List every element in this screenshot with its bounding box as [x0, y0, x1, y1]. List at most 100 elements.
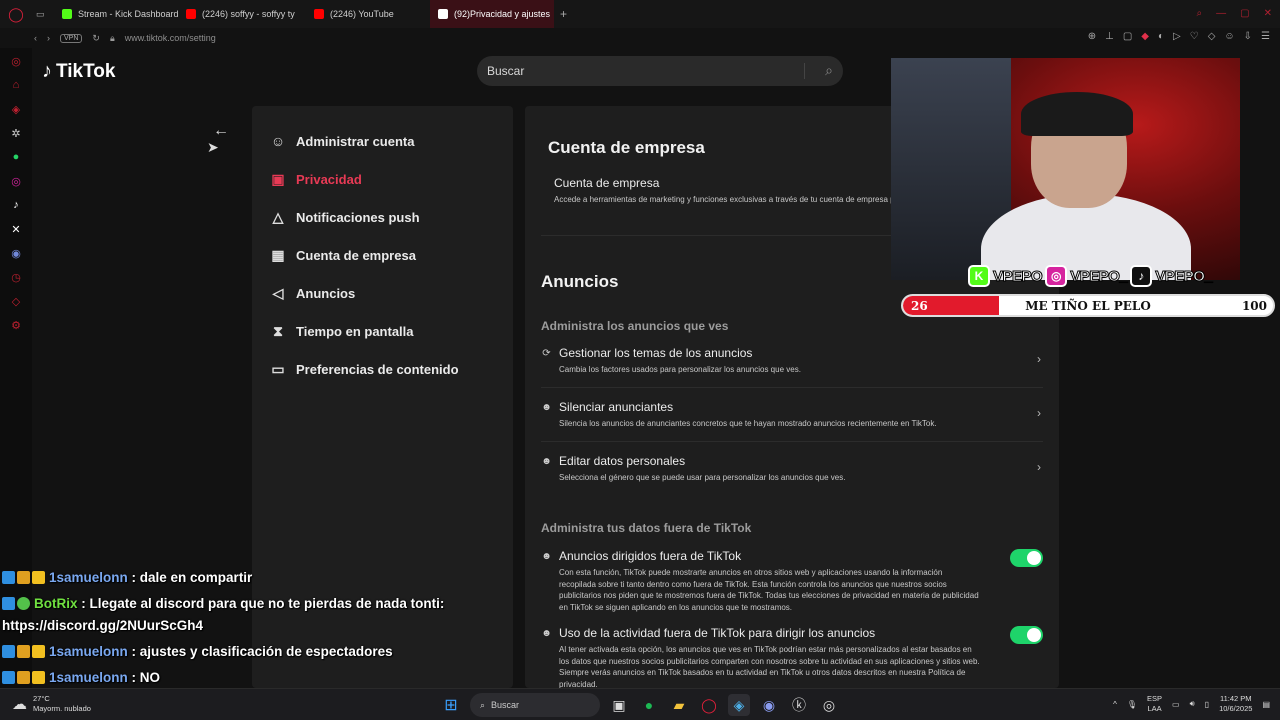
workspace-icon[interactable]: ▭ [32, 0, 54, 28]
network-icon[interactable]: ▭ [1172, 700, 1180, 709]
url-field[interactable]: www.tiktok.com/setting [125, 33, 216, 43]
search-tabs-icon[interactable]: ⌕ [1197, 8, 1203, 19]
chevron-right-icon: › [1037, 460, 1041, 474]
discord-icon[interactable]: ◉ [758, 694, 780, 716]
tracker-icon[interactable]: ◐ [1158, 31, 1164, 42]
kick-icon[interactable]: ⓚ [788, 694, 810, 716]
browser-tab[interactable]: Stream - Kick Dashboard [54, 0, 178, 28]
row-title: Silenciar anunciantes [559, 400, 674, 414]
browser-tab[interactable]: (2246) YouTube [306, 0, 430, 28]
new-tab-button[interactable]: + [560, 7, 567, 21]
search-divider [804, 63, 805, 79]
window-controls: ⌕ — ▢ ✕ [1197, 8, 1272, 19]
volume-icon[interactable]: 🔊︎ [1190, 699, 1195, 709]
menu-item-label: Tiempo en pantalla [296, 323, 414, 339]
weather-temp: 27°C [33, 694, 50, 703]
history-icon[interactable]: ◷ [9, 270, 23, 284]
chat-username: 1samuelonn [49, 570, 128, 585]
hourglass-icon: ⧗ [273, 322, 283, 339]
menu-item-notificaciones-push[interactable]: △ Notificaciones push [252, 198, 513, 236]
menu-item-administrar-cuenta[interactable]: ☺ Administrar cuenta [252, 122, 513, 160]
clock[interactable]: 11:42 PM 10/6/2025 [1219, 694, 1252, 714]
back-arrow-icon[interactable]: ← [213, 122, 229, 140]
browser-tab[interactable]: (2246) soffyy - soffyy ty [178, 0, 306, 28]
opera-icon[interactable]: ◯ [698, 694, 720, 716]
search-input[interactable]: Buscar ⌕ [477, 56, 843, 86]
back-nav-icon[interactable]: ‹ [34, 33, 37, 43]
close-window-button[interactable]: ✕ [1264, 8, 1272, 19]
tiktok-icon[interactable]: ♪ [9, 198, 23, 212]
download-icon[interactable]: ⇩ [1244, 31, 1252, 42]
maximize-button[interactable]: ▢ [1240, 8, 1249, 19]
menu-item-anuncios[interactable]: ◁ Anuncios [252, 274, 513, 312]
taskbar-search[interactable]: ⌕ Buscar [470, 693, 600, 717]
language-indicator[interactable]: ESP LAA [1147, 694, 1162, 714]
chat-text: : Llegate al discord para que no te pier… [77, 596, 445, 611]
taskbar: ☁ 27°C Mayorm. nublado ⊞ ⌕ Buscar ▣ ● ▰ … [0, 688, 1280, 720]
browser-tab[interactable]: (92)Privacidad y ajustes [430, 0, 554, 28]
menu-item-cuenta-de-empresa[interactable]: ▦ Cuenta de empresa [252, 236, 513, 274]
task-view-icon[interactable]: ▣ [608, 694, 630, 716]
offsite-ads-toggle[interactable] [1010, 549, 1043, 567]
menu-item-tiempo-en-pantalla[interactable]: ⧗ Tiempo en pantalla [252, 312, 513, 350]
weather-widget[interactable]: ☁ 27°C Mayorm. nublado [12, 694, 91, 714]
spotify-icon[interactable]: ● [638, 694, 660, 716]
chat-badges [2, 645, 45, 658]
flow-icon[interactable]: ◇ [9, 294, 23, 308]
bag-icon[interactable]: ⌂ [9, 78, 23, 92]
reload-icon[interactable]: ↻ [92, 33, 100, 44]
settings-icon[interactable]: ⚙︎ [9, 318, 23, 332]
heart-icon[interactable]: ♡ [1190, 31, 1199, 42]
menu-item-privacidad[interactable]: ▣ Privacidad [252, 160, 513, 198]
badge-icon [2, 645, 15, 658]
microphone-icon[interactable]: 🎙︎ [1127, 700, 1137, 709]
browser-active-icon[interactable]: ◈ [728, 694, 750, 716]
tab-label: Stream - Kick Dashboard [78, 9, 178, 19]
webcam-overlay [891, 58, 1240, 280]
ads-row-topics[interactable]: ⟳ Gestionar los temas de los anuncios Cam… [541, 346, 1043, 376]
whatsapp-icon[interactable]: ● [9, 150, 23, 164]
account-icon[interactable]: ☺ [1224, 31, 1234, 42]
minimize-button[interactable]: — [1216, 8, 1226, 19]
shield-icon[interactable]: ◆ [1141, 31, 1149, 42]
browser-tab-bar: ◯ ▭ Stream - Kick Dashboard (2246) soffyy… [0, 0, 1280, 28]
discord-icon[interactable]: ◉ [9, 246, 23, 260]
zoom-icon[interactable]: ⊕ [1088, 31, 1096, 42]
streamer-figure [981, 92, 1191, 280]
chevron-right-icon: › [1037, 406, 1041, 420]
windows-start-icon[interactable]: ⊞ [440, 694, 462, 716]
pin-icon[interactable]: ⊥ [1105, 31, 1114, 42]
opera-logo-icon[interactable]: ◯ [0, 0, 32, 28]
lang-layout: LAA [1147, 704, 1162, 713]
notifications-icon[interactable]: ▤ [1262, 700, 1270, 709]
game-icon[interactable]: ◈ [9, 102, 23, 116]
search-icon[interactable]: ⌕ [825, 62, 833, 79]
battery-icon[interactable]: ▯ [1205, 700, 1209, 709]
ads-row-mute[interactable]: ☻ Silenciar anunciantes Silencia los anun… [541, 400, 1043, 430]
ads-row-personal[interactable]: ☻ Editar datos personales Selecciona el g… [541, 454, 1043, 484]
system-tray: ^ 🎙︎ ESP LAA ▭ 🔊︎ ▯ 11:42 PM 10/6/2025 ▤ [1113, 694, 1270, 714]
chevron-up-icon[interactable]: ^ [1113, 700, 1117, 709]
menu-item-preferencias-de-contenido[interactable]: ▭ Preferencias de contenido [252, 350, 513, 388]
tiktok-logo[interactable]: ♪ TikTok [42, 60, 115, 83]
folder-icon[interactable]: ▰ [668, 694, 690, 716]
offsite-activity-toggle[interactable] [1010, 626, 1043, 644]
badge-icon [32, 571, 45, 584]
instagram-icon[interactable]: ◎ [9, 174, 23, 188]
forward-nav-icon[interactable]: › [47, 33, 50, 43]
play-icon[interactable]: ▷ [1173, 31, 1181, 42]
chat-text: : dale en compartir [127, 570, 253, 585]
snapshot-icon[interactable]: ▢ [1123, 31, 1132, 42]
user-icon: ☻ [541, 550, 552, 562]
chatgpt-icon[interactable]: ✲ [9, 126, 23, 140]
chat-badges [2, 571, 45, 584]
x-icon[interactable]: ✕ [9, 222, 23, 236]
vpn-badge[interactable]: VPN [60, 33, 83, 43]
aria-icon[interactable]: ◎ [9, 54, 23, 68]
obs-icon[interactable]: ◎ [818, 694, 840, 716]
menu-icon[interactable]: ☰ [1261, 31, 1270, 42]
social-handle: VPEPO_ [1155, 267, 1214, 285]
business-section-title: Cuenta de empresa [548, 138, 705, 157]
extensions-icon[interactable]: ◇ [1208, 31, 1216, 42]
menu-item-label: Cuenta de empresa [296, 247, 416, 263]
